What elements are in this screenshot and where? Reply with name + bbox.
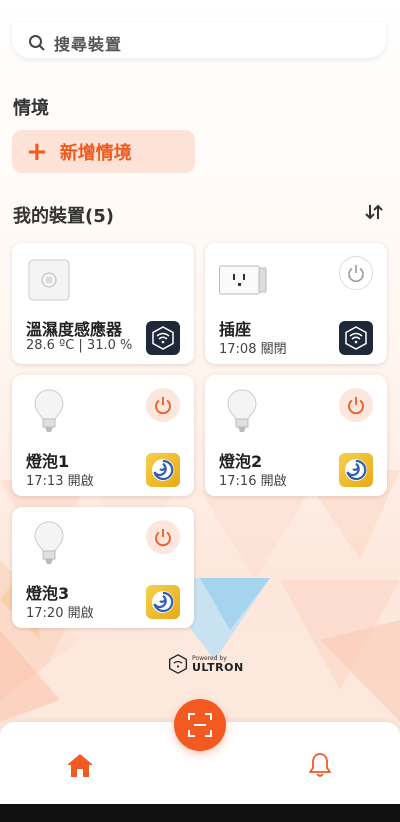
bulb-device-icon <box>34 521 64 569</box>
wifi-hex-brand-icon <box>146 321 180 355</box>
device-status: 28.6 ºC | 31.0 % <box>26 338 133 353</box>
device-name: 燈泡3 <box>26 584 70 603</box>
device-card-bulb-3[interactable]: 燈泡3 17:20 開啟 <box>12 507 194 628</box>
device-card-bulb-2[interactable]: 燈泡2 17:16 開啟 <box>205 375 387 496</box>
add-scene-button[interactable]: + 新增情境 <box>12 130 195 173</box>
bulb-device-icon <box>34 389 64 437</box>
device-card-bulb-1[interactable]: 燈泡1 17:13 開啟 <box>12 375 194 496</box>
search-bar[interactable]: 搜尋裝置 <box>12 22 386 58</box>
plug-device-icon <box>219 265 267 299</box>
search-icon <box>28 34 46 52</box>
sort-icon[interactable] <box>364 202 384 222</box>
device-name: 插座 <box>219 320 252 339</box>
scenes-title: 情境 <box>13 98 49 119</box>
swirl-brand-icon <box>146 585 180 619</box>
ultron-hex-icon <box>169 654 187 674</box>
device-status: 17:08 關閉 <box>219 342 287 357</box>
bell-icon[interactable] <box>306 751 334 779</box>
search-placeholder: 搜尋裝置 <box>54 35 123 54</box>
devices-title: 我的裝置(5) <box>13 206 114 227</box>
ultron-brand-text: ULTRON <box>192 661 244 674</box>
sensor-device-icon <box>28 259 70 305</box>
plus-icon: + <box>26 136 48 167</box>
device-name: 燈泡1 <box>26 452 70 471</box>
device-card-plug[interactable]: 插座 17:08 關閉 <box>205 243 387 364</box>
add-scene-label: 新增情境 <box>59 142 132 164</box>
device-name: 溫濕度感應器 <box>26 320 123 339</box>
scan-icon <box>188 713 212 737</box>
power-off-button[interactable] <box>339 256 373 290</box>
swirl-brand-icon <box>146 453 180 487</box>
device-card-sensor[interactable]: 溫濕度感應器 28.6 ºC | 31.0 % <box>12 243 194 364</box>
home-icon[interactable] <box>66 752 94 778</box>
device-name: 燈泡2 <box>219 452 263 471</box>
swirl-brand-icon <box>339 453 373 487</box>
scan-button[interactable] <box>174 699 226 751</box>
device-status: 17:13 開啟 <box>26 474 94 489</box>
wifi-hex-brand-icon <box>339 321 373 355</box>
system-navigation-bar <box>0 804 400 822</box>
bulb-device-icon <box>227 389 257 437</box>
power-on-button[interactable] <box>146 520 180 554</box>
power-on-button[interactable] <box>146 388 180 422</box>
device-status: 17:20 開啟 <box>26 606 94 621</box>
device-status: 17:16 開啟 <box>219 474 287 489</box>
powered-by-logo: Powered by ULTRON <box>168 654 244 674</box>
power-on-button[interactable] <box>339 388 373 422</box>
